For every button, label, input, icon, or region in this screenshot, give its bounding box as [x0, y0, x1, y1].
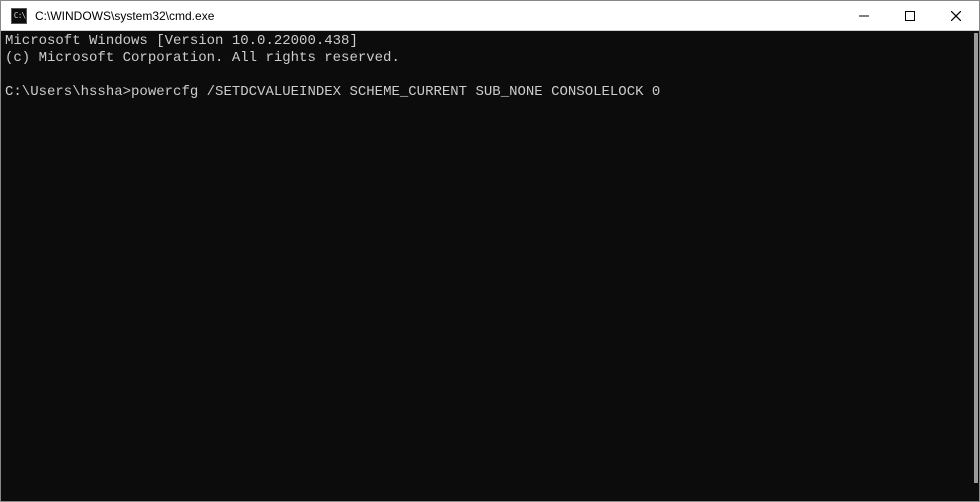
window-title: C:\WINDOWS\system32\cmd.exe [35, 9, 214, 23]
console-area[interactable]: Microsoft Windows [Version 10.0.22000.43… [1, 31, 979, 501]
titlebar[interactable]: C:\ C:\WINDOWS\system32\cmd.exe [1, 1, 979, 31]
console-command[interactable]: powercfg /SETDCVALUEINDEX SCHEME_CURRENT… [131, 84, 660, 100]
console-line: Microsoft Windows [Version 10.0.22000.43… [5, 33, 358, 49]
maximize-button[interactable] [887, 1, 933, 30]
close-icon [951, 11, 961, 21]
vertical-scrollbar[interactable] [974, 33, 978, 483]
console-output[interactable]: Microsoft Windows [Version 10.0.22000.43… [1, 31, 979, 101]
close-button[interactable] [933, 1, 979, 30]
minimize-button[interactable] [841, 1, 887, 30]
minimize-icon [859, 11, 869, 21]
window-controls [841, 1, 979, 30]
console-prompt: C:\Users\hssha> [5, 84, 131, 100]
console-line: (c) Microsoft Corporation. All rights re… [5, 50, 400, 66]
maximize-icon [905, 11, 915, 21]
cmd-window: C:\ C:\WINDOWS\system32\cmd.exe Microsof… [0, 0, 980, 502]
cmd-icon: C:\ [11, 8, 27, 24]
